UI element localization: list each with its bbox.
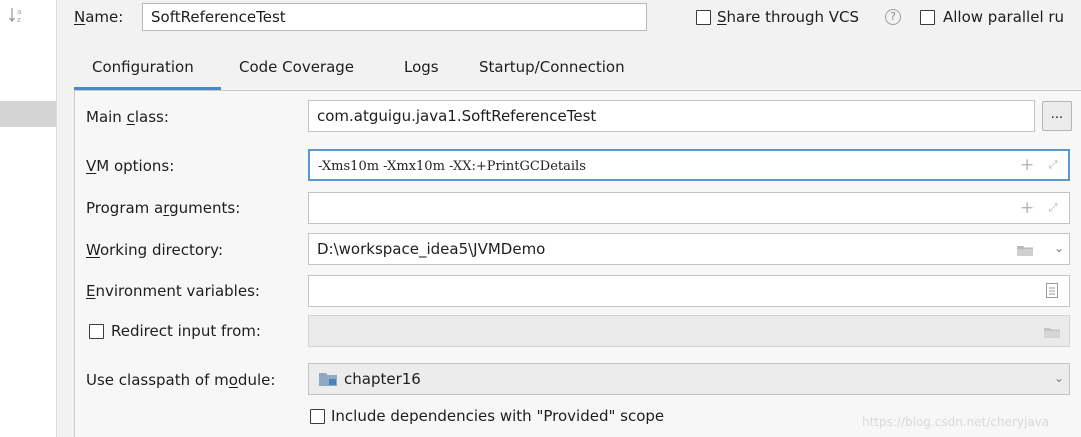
left-config-list [0, 0, 57, 437]
program-arguments-label: Program arguments: [86, 199, 240, 217]
classpath-module-select[interactable] [308, 363, 1070, 395]
main-class-value: com.atguigu.java1.SoftReferenceTest [317, 107, 597, 125]
working-directory-dropdown-icon[interactable]: ⌄ [1053, 242, 1065, 254]
vm-options-value: -Xms10m -Xmx10m -XX:+PrintGCDetails [318, 159, 586, 174]
main-class-label-post: lass: [134, 108, 169, 126]
left-list-selected-item[interactable] [0, 101, 56, 127]
include-dependencies-checkbox[interactable] [310, 409, 325, 424]
vm-options-label: VM options: [86, 157, 174, 175]
working-directory-label-mnemonic: W [86, 241, 100, 259]
classpath-module-label-post: dule: [237, 371, 276, 389]
tab-configuration[interactable]: Configuration [92, 58, 194, 78]
tab-logs[interactable]: Logs [404, 58, 439, 78]
vcs-label-mnemonic: S [717, 8, 727, 26]
classpath-module-label-mnemonic: o [228, 371, 238, 389]
redirect-input-folder-icon[interactable] [1043, 325, 1061, 338]
working-directory-label-post: orking directory: [99, 241, 224, 259]
vcs-label-rest: hare through VCS [726, 8, 860, 26]
environment-variables-edit-icon[interactable] [1046, 283, 1058, 298]
classpath-module-label-pre: Use classpath of m [86, 371, 229, 389]
share-through-vcs-checkbox[interactable] [696, 10, 711, 25]
svg-text:z: z [17, 16, 21, 24]
program-arguments-label-post: guments: [169, 199, 241, 217]
tab-code-coverage[interactable]: Code Coverage [239, 58, 354, 78]
classpath-module-label: Use classpath of module: [86, 371, 275, 389]
tab-startup-connection[interactable]: Startup/Connection [479, 58, 625, 78]
vm-options-add-icon[interactable]: + [1020, 157, 1034, 174]
name-input[interactable]: SoftReferenceTest [142, 3, 647, 31]
vm-options-expand-icon[interactable]: ⤢ [1046, 158, 1060, 172]
allow-parallel-run-label[interactable]: Allow parallel ru [943, 8, 1064, 26]
main-class-label-pre: Main [86, 108, 127, 126]
name-label-mnemonic: N [74, 8, 86, 26]
main-class-label: Main class: [86, 108, 169, 126]
redirect-input-label[interactable]: Redirect input from: [111, 322, 261, 340]
sort-alphabetically-icon[interactable]: a z [8, 6, 26, 24]
working-directory-label: Working directory: [86, 241, 223, 259]
name-label-rest: ame: [85, 8, 124, 26]
environment-variables-label: Environment variables: [86, 282, 260, 300]
vm-options-field[interactable]: -Xms10m -Xmx10m -XX:+PrintGCDetails [308, 149, 1070, 181]
browse-main-class-button[interactable]: ... [1042, 101, 1072, 131]
working-directory-field[interactable]: D:\workspace_idea5\JVMDemo [308, 233, 1070, 265]
main-class-label-mnemonic: c [126, 108, 135, 126]
program-arguments-label-pre: Program a [86, 199, 164, 217]
help-icon[interactable]: ? [885, 9, 901, 25]
redirect-input-field[interactable] [308, 315, 1070, 347]
share-through-vcs-label[interactable]: Share through VCS [717, 8, 859, 26]
working-directory-folder-icon[interactable] [1016, 243, 1034, 256]
module-folder-icon [318, 371, 338, 387]
classpath-module-value: chapter16 [344, 370, 421, 388]
include-dependencies-label[interactable]: Include dependencies with "Provided" sco… [331, 407, 664, 425]
watermark: https://blog.csdn.net/cheryjava [862, 415, 1050, 429]
environment-variables-field[interactable] [308, 275, 1070, 307]
program-arguments-add-icon[interactable]: + [1020, 200, 1034, 217]
redirect-input-checkbox[interactable] [89, 324, 104, 339]
working-directory-value: D:\workspace_idea5\JVMDemo [317, 240, 546, 258]
svg-text:a: a [17, 8, 21, 16]
classpath-module-dropdown-icon[interactable]: ⌄ [1053, 372, 1065, 384]
name-label: Name: [74, 8, 123, 26]
vm-options-label-post: M options: [96, 157, 175, 175]
vm-options-label-mnemonic: V [86, 157, 97, 175]
main-class-field[interactable]: com.atguigu.java1.SoftReferenceTest [308, 100, 1035, 132]
name-input-value: SoftReferenceTest [151, 8, 286, 26]
allow-parallel-run-checkbox[interactable] [920, 10, 935, 25]
environment-variables-label-post: nvironment variables: [95, 282, 260, 300]
program-arguments-field[interactable] [308, 192, 1070, 224]
program-arguments-expand-icon[interactable]: ⤢ [1046, 201, 1060, 215]
